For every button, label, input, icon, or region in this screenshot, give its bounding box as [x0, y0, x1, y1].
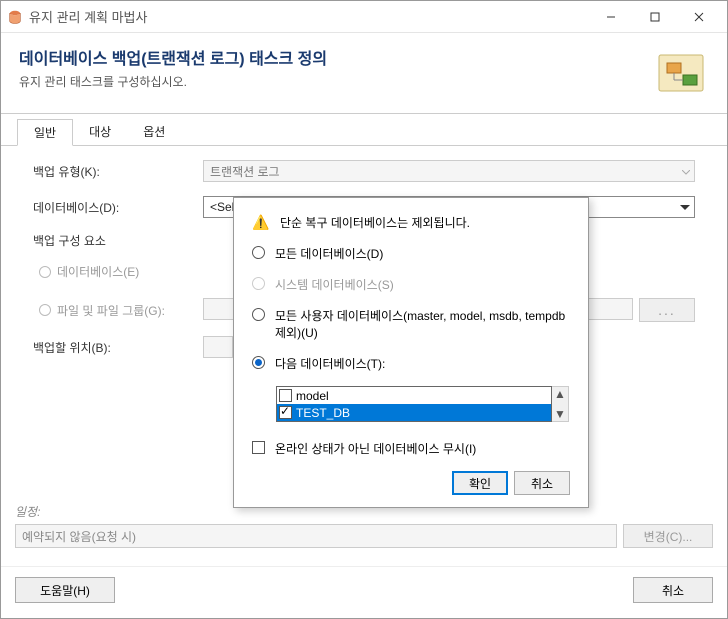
warning-icon: ⚠️ — [252, 214, 270, 231]
header-title: 데이터베이스 백업(트랜잭션 로그) 태스크 정의 — [19, 45, 653, 69]
browse-files-button: ... — [639, 298, 695, 322]
files-radio-label: 파일 및 파일 그룹(G): — [57, 302, 165, 319]
databases-label: 데이터베이스(D): — [33, 199, 203, 216]
close-button[interactable] — [677, 2, 721, 32]
change-schedule-button: 변경(C)... — [623, 524, 713, 548]
maximize-button[interactable] — [633, 2, 677, 32]
wizard-window: 유지 관리 계획 마법사 데이터베이스 백업(트랜잭션 로그) 태스크 정의 유… — [0, 0, 728, 619]
backup-type-combo: 트랜잭션 로그 — [203, 160, 695, 182]
header: 데이터베이스 백업(트랜잭션 로그) 태스크 정의 유지 관리 태스크를 구성하… — [1, 33, 727, 114]
db-checkbox[interactable] — [279, 406, 292, 419]
ignore-offline-label: 온라인 상태가 아닌 데이터베이스 무시(I) — [275, 440, 476, 457]
these-databases-radio[interactable] — [252, 356, 265, 369]
database-radio — [39, 266, 51, 278]
scroll-down-icon[interactable]: ▼ — [554, 407, 566, 421]
schedule-section: 일정: 예약되지 않음(요청 시) 변경(C)... — [15, 503, 713, 548]
db-item-name: model — [296, 389, 329, 403]
database-listbox[interactable]: model TEST_DB — [276, 386, 552, 422]
these-databases-label: 다음 데이터베이스(T): — [275, 355, 385, 372]
components-label: 백업 구성 요소 — [33, 232, 203, 249]
minimize-button[interactable] — [589, 2, 633, 32]
tab-options[interactable]: 옵션 — [127, 119, 181, 146]
help-button[interactable]: 도움말(H) — [15, 577, 115, 603]
files-radio — [39, 304, 51, 316]
db-item-name: TEST_DB — [296, 406, 350, 420]
all-databases-label: 모든 데이터베이스(D) — [275, 245, 383, 262]
app-icon — [7, 9, 23, 25]
all-databases-radio[interactable] — [252, 246, 265, 259]
db-item[interactable]: TEST_DB — [277, 404, 551, 421]
chevron-down-icon — [680, 200, 690, 214]
tab-general[interactable]: 일반 — [17, 119, 73, 146]
db-checkbox[interactable] — [279, 389, 292, 402]
ok-button[interactable]: 확인 — [452, 471, 508, 495]
backup-to-label: 백업할 위치(B): — [33, 339, 203, 356]
db-item[interactable]: model — [277, 387, 551, 404]
backup-type-value: 트랜잭션 로그 — [210, 163, 280, 180]
window-title: 유지 관리 계획 마법사 — [29, 7, 589, 26]
backup-type-label: 백업 유형(K): — [33, 163, 203, 180]
backup-to-combo — [203, 336, 233, 358]
system-databases-label: 시스템 데이터베이스(S) — [275, 276, 394, 293]
database-radio-label: 데이터베이스(E) — [57, 263, 139, 280]
listbox-scrollbar[interactable]: ▲ ▼ — [552, 386, 569, 422]
chevron-down-icon — [682, 164, 690, 178]
user-databases-radio[interactable] — [252, 308, 265, 321]
system-databases-radio — [252, 277, 265, 290]
titlebar: 유지 관리 계획 마법사 — [1, 1, 727, 33]
warning-text: 단순 복구 데이터베이스는 제외됩니다. — [280, 214, 570, 231]
tab-strip: 일반 대상 옵션 — [1, 114, 727, 146]
server-icon — [653, 45, 709, 101]
schedule-value: 예약되지 않음(요청 시) — [15, 524, 617, 548]
header-subtitle: 유지 관리 태스크를 구성하십시오. — [19, 73, 653, 90]
header-text: 데이터베이스 백업(트랜잭션 로그) 태스크 정의 유지 관리 태스크를 구성하… — [19, 45, 653, 90]
tab-destination[interactable]: 대상 — [73, 119, 127, 146]
wizard-footer: 도움말(H) < 뒤로(B) 다음(N) > 마침(F) >>| 취소 — [1, 566, 727, 613]
user-databases-label: 모든 사용자 데이터베이스(master, model, msdb, tempd… — [275, 307, 570, 341]
cancel-button[interactable]: 취소 — [633, 577, 713, 603]
scroll-up-icon[interactable]: ▲ — [554, 387, 566, 401]
database-selector-popup: ⚠️ 단순 복구 데이터베이스는 제외됩니다. 모든 데이터베이스(D) 시스템… — [233, 197, 589, 508]
ignore-offline-checkbox[interactable] — [252, 441, 265, 454]
popup-cancel-button[interactable]: 취소 — [514, 471, 570, 495]
